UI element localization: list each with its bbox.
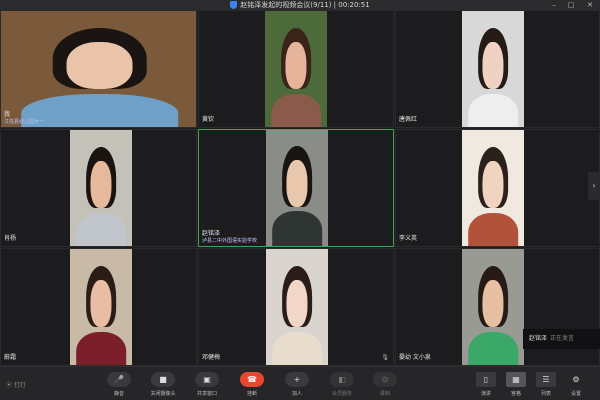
video-feed — [70, 249, 132, 365]
participant-name: 邓健梅 — [202, 354, 221, 361]
record-button[interactable]: ⊙ 录制 — [368, 372, 402, 397]
face-shape — [286, 160, 308, 207]
microphone-icon: 🎤 — [107, 372, 131, 387]
body-shape — [272, 211, 322, 246]
speaker-layout-button[interactable]: ▯ 演讲 — [474, 372, 498, 397]
camera-off-button[interactable]: ■ 关闭摄像头 — [146, 372, 180, 397]
video-feed — [1, 11, 196, 127]
video-feed — [462, 249, 524, 365]
face-shape — [482, 160, 504, 208]
participant-name: 晏幼 文小泉 — [399, 354, 431, 361]
participant-name: 唐佩红 — [399, 116, 418, 123]
face-shape — [90, 279, 112, 327]
body-shape — [468, 212, 518, 246]
share-label: 共享窗口 — [196, 391, 217, 397]
member-service-label: 会员服务 — [331, 391, 352, 397]
speaking-indicator: 赵铭泽 正在发言 — [523, 329, 600, 349]
share-window-button[interactable]: ▣ 共享窗口 — [190, 372, 224, 397]
member-service-button[interactable]: ◧ 会员服务 — [325, 372, 359, 397]
settings-label: 设置 — [570, 391, 581, 397]
video-feed — [266, 249, 328, 365]
video-conference-window: 赵铭泽发起的视频会议(9/11) | 00:20:51 – □ ✕ 我 江信县幼… — [0, 0, 600, 400]
face-shape — [482, 279, 504, 327]
layout-switcher: ▯ 演讲 ▦ 宫格 ☰ 列表 — [474, 372, 564, 397]
participant-tile[interactable]: 李义英 — [395, 129, 600, 247]
participant-name: 李义英 — [399, 235, 418, 242]
list-layout-label: 列表 — [540, 391, 551, 397]
speaker-layout-icon: ▯ — [476, 372, 496, 387]
participant-tile-me[interactable]: 我 江信县幼儿园大一 — [0, 10, 197, 128]
mic-icon: 🎙 — [381, 354, 389, 361]
grid-layout-label: 宫格 — [510, 391, 521, 397]
face-shape — [482, 41, 504, 89]
participant-tile[interactable]: 肖杨 — [0, 129, 197, 247]
title-group: 赵铭泽发起的视频会议(9/11) | 00:20:51 — [0, 0, 600, 10]
face-shape — [66, 41, 133, 89]
window-title: 赵铭泽发起的视频会议(9/11) | 00:20:51 — [240, 1, 370, 9]
grid-layout-icon: ▦ — [506, 372, 526, 387]
body-shape — [76, 331, 126, 365]
participant-tile[interactable]: 唐佩红 — [395, 10, 600, 128]
settings-button[interactable]: ⚙ 设置 — [561, 372, 591, 397]
record-indicator: ⦿ 打灯 — [6, 382, 26, 389]
shield-icon — [230, 1, 238, 9]
service-icon: ◧ — [330, 372, 354, 387]
meeting-toolbar: ⦿ 打灯 🎤 静音 ■ 关闭摄像头 ▣ 共享窗口 ☎ 挂断 + 加人 ◧ 会员服… — [0, 366, 600, 400]
participant-name: 赵铭泽 — [202, 230, 221, 237]
add-user-icon: + — [285, 372, 309, 387]
participant-name: 我 — [4, 111, 11, 118]
body-shape — [271, 93, 321, 127]
participant-org: 泸县二中外国语实验学校 — [202, 238, 258, 244]
add-people-label: 加人 — [291, 391, 302, 397]
record-icon: ⊙ — [373, 372, 397, 387]
grid-layout-button[interactable]: ▦ 宫格 — [504, 372, 528, 397]
participant-org: 江信县幼儿园大一 — [4, 119, 45, 125]
participant-tile[interactable]: 蔚霜 — [0, 248, 197, 366]
participant-name: 黄钦 — [202, 116, 215, 123]
video-feed — [462, 130, 524, 246]
video-feed — [70, 130, 132, 246]
face-shape — [286, 279, 308, 327]
participant-name: 蔚霜 — [4, 354, 17, 361]
body-shape — [468, 331, 518, 365]
speaking-status: 正在发言 — [550, 335, 575, 342]
hang-up-button[interactable]: ☎ 挂断 — [235, 372, 269, 397]
face-shape — [285, 41, 307, 89]
list-layout-icon: ☰ — [536, 372, 556, 387]
next-page-arrow[interactable]: › — [588, 172, 600, 200]
minimize-button[interactable]: – — [548, 0, 560, 10]
body-shape — [272, 331, 322, 365]
title-bar: 赵铭泽发起的视频会议(9/11) | 00:20:51 – □ ✕ — [0, 0, 600, 10]
phone-icon: ☎ — [240, 372, 264, 387]
mute-label: 静音 — [113, 391, 124, 397]
video-feed — [462, 11, 524, 127]
video-grid: 我 江信县幼儿园大一 黄钦 唐佩红 肖杨 赵铭泽 泸县二中外国语实验学校 李义英 — [0, 10, 600, 366]
participant-tile[interactable]: 邓健梅 🎙 — [198, 248, 394, 366]
record-label: 录制 — [379, 391, 390, 397]
share-screen-icon: ▣ — [195, 372, 219, 387]
list-layout-button[interactable]: ☰ 列表 — [534, 372, 558, 397]
body-shape — [76, 212, 126, 246]
participant-tile-active-speaker[interactable]: 赵铭泽 泸县二中外国语实验学校 — [198, 129, 394, 247]
video-feed — [265, 11, 327, 127]
mute-button[interactable]: 🎤 静音 — [102, 372, 136, 397]
hang-up-label: 挂断 — [246, 391, 257, 397]
camera-icon: ■ — [151, 372, 175, 387]
participant-name: 肖杨 — [4, 235, 17, 242]
body-shape — [468, 93, 518, 127]
body-shape — [20, 93, 179, 127]
camera-label: 关闭摄像头 — [150, 391, 176, 397]
speaker-layout-label: 演讲 — [480, 391, 491, 397]
close-button[interactable]: ✕ — [584, 0, 596, 10]
add-people-button[interactable]: + 加人 — [280, 372, 314, 397]
face-shape — [90, 160, 112, 208]
gear-icon: ⚙ — [572, 375, 580, 384]
maximize-button[interactable]: □ — [565, 0, 577, 10]
video-feed — [266, 130, 328, 246]
speaking-name: 赵铭泽 — [529, 335, 548, 342]
participant-tile[interactable]: 黄钦 — [198, 10, 394, 128]
